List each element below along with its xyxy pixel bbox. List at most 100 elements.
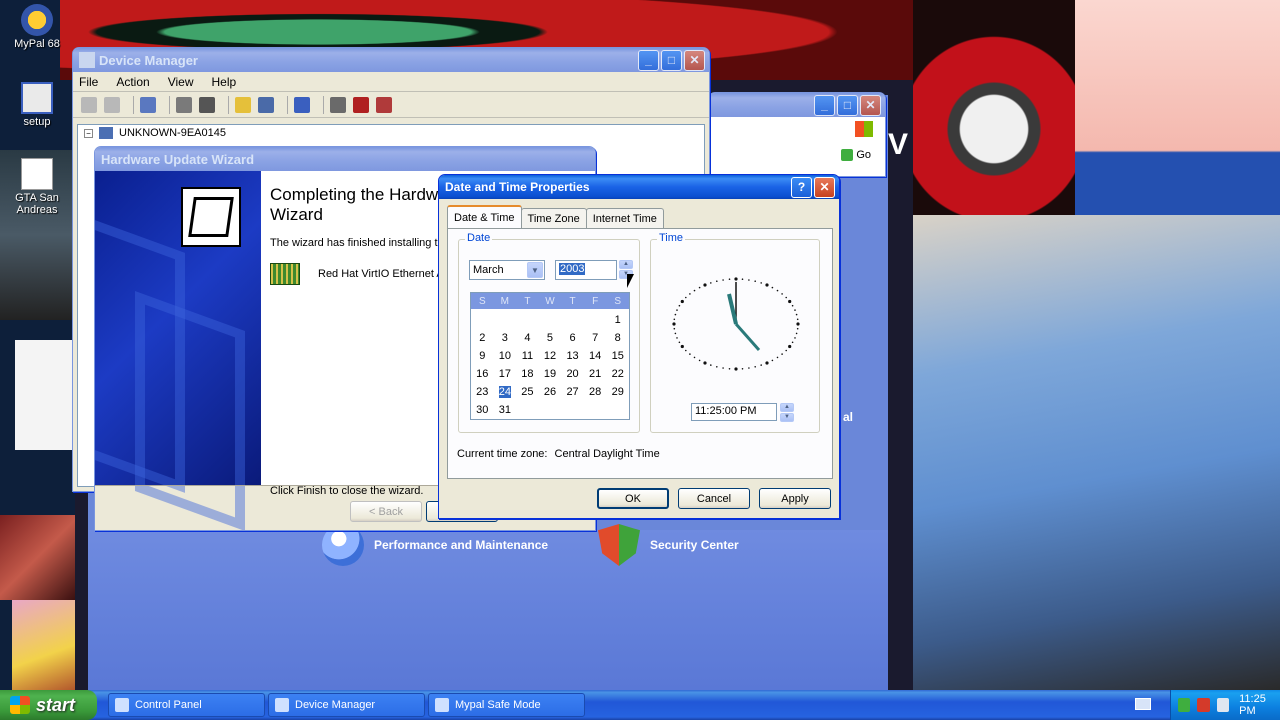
current-time-zone: Current time zone: Central Daylight Time — [457, 448, 660, 460]
tree-root-node[interactable]: − UNKNOWN-9EA0145 — [84, 127, 698, 139]
calendar-day[interactable]: 28 — [584, 386, 607, 398]
taskbar-item-control-panel[interactable]: Control Panel — [108, 693, 265, 717]
view-icon[interactable] — [258, 96, 274, 113]
calendar-day[interactable]: 13 — [561, 350, 584, 362]
calendar[interactable]: SMTWTFS 1 2 3 4 5 6 7 8 9 10 11 12 13 14 15 16 17 18 19 20 2… — [470, 292, 630, 420]
calendar-days[interactable]: 1 2 3 4 5 6 7 8 9 10 11 12 13 14 15 16 17 18 19 20 21 22 23 24 2… — [471, 309, 629, 419]
control-panel-titlebar[interactable]: _ □ ✕ — [709, 93, 885, 117]
taskbar-item-device-manager[interactable]: Device Manager — [268, 693, 425, 717]
calendar-day[interactable]: 7 — [584, 332, 607, 344]
collapse-icon[interactable]: − — [84, 128, 93, 138]
shield-icon — [598, 524, 640, 566]
keyboard-icon[interactable] — [1135, 698, 1151, 710]
calendar-day[interactable]: 11 — [516, 350, 539, 362]
uninstall-icon[interactable] — [353, 96, 369, 113]
spin-down-icon[interactable]: ▼ — [780, 413, 794, 422]
month-dropdown[interactable]: March ▼ — [469, 260, 545, 280]
help-button[interactable]: ? — [791, 176, 812, 198]
spin-up-icon[interactable]: ▲ — [780, 403, 794, 412]
calendar-day[interactable]: 24 — [498, 386, 512, 398]
show-hide-tree-icon[interactable] — [140, 96, 156, 113]
date-time-properties-window[interactable]: Date and Time Properties ? ✕ Date & Time… — [438, 174, 840, 519]
clock-tick — [785, 296, 787, 299]
apply-button[interactable]: Apply — [759, 488, 831, 509]
calendar-day[interactable]: 1 — [606, 314, 629, 326]
calendar-day[interactable]: 16 — [471, 368, 494, 380]
taskbar-item-mypal[interactable]: Mypal Safe Mode — [428, 693, 585, 717]
calendar-day[interactable]: 22 — [606, 368, 629, 380]
back-arrow-icon[interactable] — [81, 96, 97, 113]
disable-device-icon[interactable] — [376, 96, 392, 113]
calendar-day[interactable]: 12 — [539, 350, 562, 362]
time-input[interactable]: 11:25:00 PM — [691, 403, 777, 421]
network-icon[interactable] — [1178, 698, 1191, 712]
calendar-day[interactable]: 31 — [494, 404, 517, 416]
tray-clock[interactable]: 11:25 PM — [1239, 693, 1280, 717]
menu-action[interactable]: Action — [116, 75, 149, 89]
calendar-day[interactable]: 10 — [494, 350, 517, 362]
calendar-day[interactable]: 3 — [494, 332, 517, 344]
calendar-day[interactable]: 18 — [516, 368, 539, 380]
cancel-button[interactable]: Cancel — [678, 488, 750, 509]
calendar-day[interactable]: 19 — [539, 368, 562, 380]
time-spinner[interactable]: ▲ ▼ — [780, 403, 794, 423]
close-button[interactable]: ✕ — [684, 49, 705, 71]
calendar-day[interactable]: 21 — [584, 368, 607, 380]
forward-arrow-icon[interactable] — [104, 96, 120, 113]
calendar-day[interactable]: 5 — [539, 332, 562, 344]
category-security-center[interactable]: Security Center — [598, 524, 739, 566]
menu-view[interactable]: View — [168, 75, 194, 89]
chevron-down-icon[interactable]: ▼ — [527, 262, 543, 278]
time-group: Time 11:25:00 PM ▲ ▼ — [650, 232, 820, 433]
calendar-day[interactable]: 2 — [471, 332, 494, 344]
security-alert-icon[interactable] — [1197, 698, 1210, 712]
clock-tick — [674, 332, 677, 335]
calendar-day[interactable]: 23 — [471, 386, 494, 398]
update-driver-icon[interactable] — [330, 96, 346, 113]
calendar-day[interactable]: 9 — [471, 350, 494, 362]
wizard-titlebar[interactable]: Hardware Update Wizard — [95, 147, 595, 171]
help-icon[interactable] — [235, 96, 251, 113]
desktop-icon-setup[interactable]: setup — [2, 82, 72, 128]
calendar-day[interactable]: 17 — [494, 368, 517, 380]
year-input[interactable]: 2003 — [555, 260, 617, 280]
ok-button[interactable]: OK — [597, 488, 669, 509]
maximize-button[interactable]: □ — [837, 94, 858, 116]
device-manager-titlebar[interactable]: Device Manager _ □ ✕ — [73, 48, 709, 72]
scan-hardware-icon[interactable] — [294, 96, 310, 113]
calendar-day[interactable]: 29 — [606, 386, 629, 398]
tab-time-zone[interactable]: Time Zone — [520, 208, 587, 228]
calendar-day[interactable]: 4 — [516, 332, 539, 344]
calendar-day[interactable]: 27 — [561, 386, 584, 398]
calendar-weekday: W — [545, 295, 555, 307]
taskbar-item-label: Control Panel — [135, 699, 202, 711]
back-button[interactable]: < Back — [350, 501, 422, 522]
go-button[interactable]: Go — [841, 149, 871, 161]
calendar-day[interactable]: 25 — [516, 386, 539, 398]
calendar-day[interactable]: 14 — [584, 350, 607, 362]
tab-internet-time[interactable]: Internet Time — [585, 208, 664, 228]
tab-date-time[interactable]: Date & Time — [447, 205, 522, 228]
desktop-icon-mypal[interactable]: MyPal 68 — [2, 4, 72, 50]
properties-icon[interactable] — [176, 96, 192, 113]
close-button[interactable]: ✕ — [860, 94, 881, 116]
print-icon[interactable] — [199, 96, 215, 113]
calendar-day[interactable]: 26 — [539, 386, 562, 398]
calendar-day[interactable]: 8 — [606, 332, 629, 344]
control-panel-window[interactable]: _ □ ✕ Go — [708, 92, 886, 177]
menu-file[interactable]: File — [79, 75, 98, 89]
minimize-button[interactable]: _ — [638, 49, 659, 71]
volume-icon[interactable] — [1216, 698, 1230, 712]
date-time-titlebar[interactable]: Date and Time Properties ? ✕ — [439, 175, 839, 199]
spin-up-icon[interactable]: ▲ — [619, 260, 633, 269]
calendar-day[interactable]: 15 — [606, 350, 629, 362]
minimize-button[interactable]: _ — [814, 94, 835, 116]
calendar-day[interactable]: 20 — [561, 368, 584, 380]
calendar-day[interactable]: 30 — [471, 404, 494, 416]
maximize-button[interactable]: □ — [661, 49, 682, 71]
desktop-icon-gta[interactable]: GTA San Andreas — [2, 158, 72, 216]
start-button[interactable]: start — [0, 690, 97, 720]
calendar-day[interactable]: 6 — [561, 332, 584, 344]
close-button[interactable]: ✕ — [814, 176, 835, 198]
menu-help[interactable]: Help — [212, 75, 237, 89]
